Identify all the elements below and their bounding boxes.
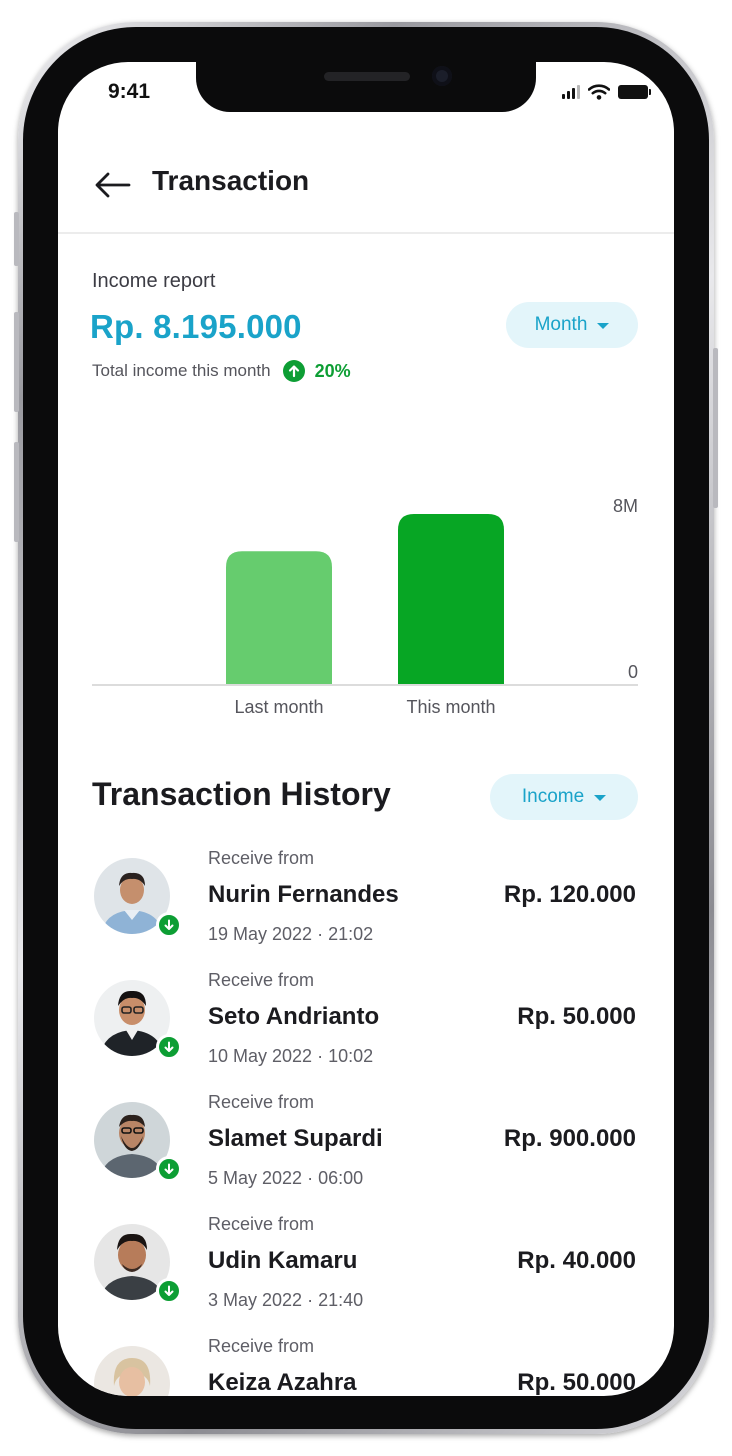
transaction-row[interactable]: Receive from Nurin Fernandes 19 May 2022… <box>58 844 674 966</box>
transaction-amount: Rp. 900.000 <box>503 1125 636 1152</box>
transaction-kind: Receive from <box>208 970 315 990</box>
sender-name: Slamet Supardi <box>208 1125 383 1152</box>
volume-down-button <box>14 442 19 542</box>
incoming-arrow-icon <box>156 1278 182 1304</box>
transaction-kind: Receive from <box>208 848 315 868</box>
wifi-icon <box>588 84 610 100</box>
transaction-datetime: 3 May 2022 · 21:40 <box>208 1290 364 1310</box>
income-report-label: Income report <box>92 270 216 292</box>
transaction-amount: Rp. 120.000 <box>503 881 636 908</box>
transaction-amount: Rp. 40.000 <box>517 1247 636 1274</box>
transaction-row[interactable]: Receive from Keiza Azahra Rp. 50.000 <box>58 1332 674 1396</box>
arrow-left-icon[interactable] <box>92 170 132 200</box>
chart-bar-last-month <box>226 551 332 684</box>
incoming-arrow-icon <box>156 1156 182 1182</box>
income-bar-chart: Last month This month 8M 0 <box>92 496 638 717</box>
status-icons <box>562 84 651 100</box>
incoming-arrow-icon <box>156 912 182 938</box>
arrow-up-circle-icon <box>282 360 305 382</box>
speaker-grille <box>324 72 410 81</box>
transaction-kind: Receive from <box>208 1336 315 1356</box>
transaction-row[interactable]: Receive from Slamet Supardi 5 May 2022 ·… <box>58 1088 674 1210</box>
transaction-datetime: 19 May 2022 · 21:02 <box>208 924 374 944</box>
battery-icon <box>618 85 651 99</box>
income-subtitle-row: Total income this month 20% <box>92 360 351 382</box>
transaction-kind: Receive from <box>208 1092 315 1112</box>
income-subtitle: Total income this month <box>92 361 271 380</box>
transaction-kind: Receive from <box>208 1214 315 1234</box>
notch <box>196 62 536 112</box>
transaction-row[interactable]: Receive from Seto Andrianto 10 May 2022 … <box>58 966 674 1088</box>
volume-up-button <box>14 312 19 412</box>
transaction-row[interactable]: Receive from Udin Kamaru 3 May 2022 · 21… <box>58 1210 674 1332</box>
sender-name: Udin Kamaru <box>208 1247 358 1274</box>
transaction-amount: Rp. 50.000 <box>517 1003 636 1030</box>
transaction-history-title: Transaction History <box>92 776 391 812</box>
signal-icon <box>562 85 580 99</box>
status-time: 9:41 <box>108 80 151 103</box>
x-tick-label: This month <box>406 697 495 717</box>
mute-switch <box>14 212 19 266</box>
incoming-arrow-icon <box>156 1034 182 1060</box>
sender-name: Nurin Fernandes <box>208 881 399 908</box>
power-button <box>713 348 718 508</box>
front-camera <box>432 66 452 86</box>
transaction-datetime: 5 May 2022 · 06:00 <box>208 1168 364 1188</box>
page-title: Transaction <box>152 165 310 196</box>
period-filter-dropdown[interactable]: Month <box>506 302 638 348</box>
chart-bar-this-month <box>398 514 504 684</box>
type-filter-dropdown[interactable]: Income <box>490 774 638 820</box>
app-header: Transaction <box>58 154 674 234</box>
caret-down-icon <box>594 795 607 801</box>
avatar <box>94 1346 170 1396</box>
transaction-list: Receive from Nurin Fernandes 19 May 2022… <box>58 844 674 1396</box>
y-tick-label: 8M <box>613 496 638 516</box>
period-filter-label: Month <box>534 314 588 335</box>
transaction-datetime: 10 May 2022 · 10:02 <box>208 1046 374 1066</box>
y-tick-label: 0 <box>628 662 638 682</box>
x-tick-label: Last month <box>234 697 323 717</box>
caret-down-icon <box>597 323 610 329</box>
transaction-amount: Rp. 50.000 <box>517 1369 636 1396</box>
app-screen: 9:41 Transaction Income report Rp. 8.195… <box>58 62 674 1396</box>
type-filter-label: Income <box>521 786 585 807</box>
sender-name: Seto Andrianto <box>208 1003 380 1030</box>
income-change-percent: 20% <box>314 360 351 381</box>
sender-name: Keiza Azahra <box>208 1369 357 1396</box>
income-amount: Rp. 8.195.000 <box>90 308 302 345</box>
